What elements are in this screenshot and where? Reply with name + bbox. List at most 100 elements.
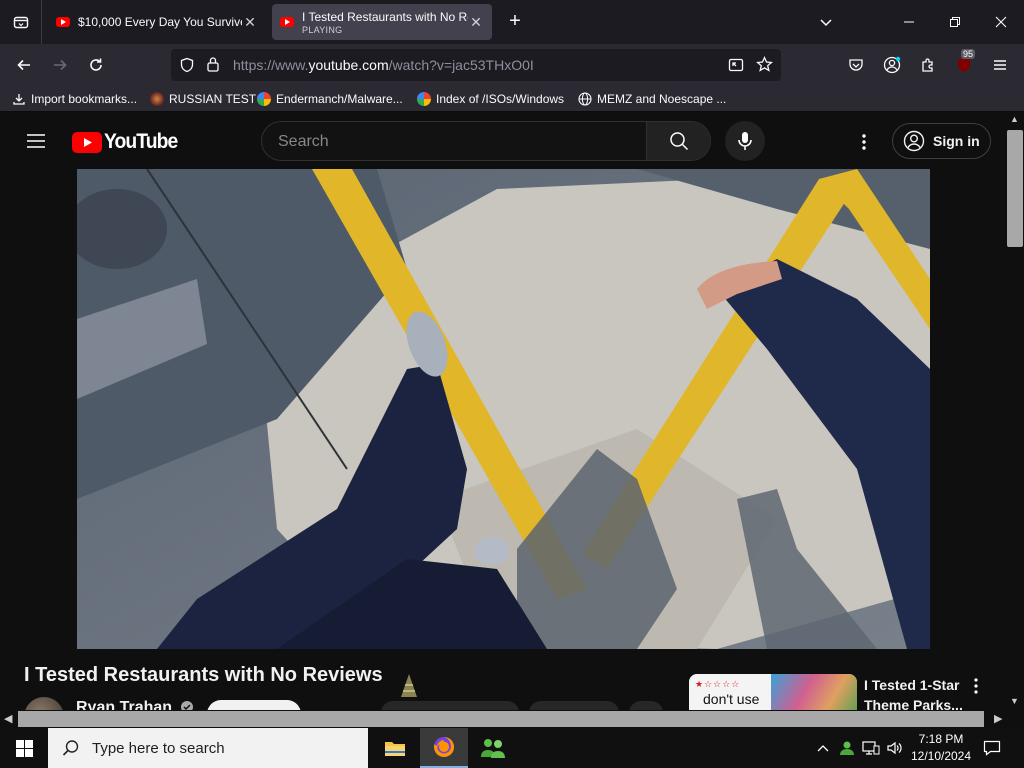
restore-button[interactable]	[932, 0, 978, 44]
restore-icon	[950, 17, 960, 27]
search-input[interactable]: Search	[278, 133, 329, 151]
tab-overflow-chevron-icon[interactable]	[803, 0, 849, 44]
youtube-wordmark: YouTube	[104, 130, 178, 153]
account-button[interactable]	[877, 50, 907, 80]
guide-menu-button[interactable]	[24, 129, 48, 153]
url-bar[interactable]: https://www.youtube.com/watch?v=jac53THx…	[171, 49, 781, 81]
horizontal-scrollbar[interactable]: ◀ ▶	[0, 710, 1024, 728]
import-icon	[13, 94, 25, 105]
puzzle-icon	[922, 58, 933, 72]
vertical-scrollbar[interactable]: ▲ ▼	[1006, 112, 1024, 712]
show-hidden-icons-button[interactable]	[814, 728, 832, 768]
horizontal-scroll-thumb[interactable]	[18, 711, 984, 727]
reload-button[interactable]	[81, 50, 111, 80]
video-title: I Tested Restaurants with No Reviews	[24, 664, 383, 686]
recommended-title[interactable]: I Tested 1-Star Theme Parks...	[864, 675, 963, 715]
lock-icon[interactable]	[206, 56, 220, 72]
hamburger-menu-icon	[994, 60, 1006, 70]
tab-playing-label: PLAYING	[302, 24, 343, 35]
ublock-extension-button[interactable]: 95	[949, 49, 979, 80]
account-icon	[883, 56, 901, 74]
file-explorer-taskbar-button[interactable]	[371, 728, 419, 768]
pocket-button[interactable]	[841, 50, 871, 80]
sign-in-label: Sign in	[933, 133, 980, 149]
url-path: /watch?v=jac53THxO0I	[388, 57, 534, 73]
bookmark-endermanch[interactable]: Endermanch/Malware...	[257, 90, 403, 108]
action-center-button[interactable]	[980, 728, 1004, 768]
reload-icon	[90, 58, 102, 71]
minimize-button[interactable]	[886, 0, 932, 44]
globe-icon	[578, 92, 592, 106]
taskbar-search-placeholder: Type here to search	[92, 739, 225, 757]
search-box[interactable]: Search	[261, 121, 711, 161]
search-button[interactable]	[646, 122, 710, 160]
pocket-icon	[849, 59, 863, 71]
app-menu-button[interactable]	[985, 50, 1015, 80]
start-button[interactable]	[0, 728, 48, 768]
video-frame	[77, 169, 930, 649]
bookmark-star-icon[interactable]	[756, 56, 773, 73]
voice-search-button[interactable]	[725, 121, 765, 161]
account-circle-icon	[903, 130, 925, 152]
extensions-button[interactable]	[913, 50, 943, 80]
taskbar-search-box[interactable]: Type here to search	[48, 728, 368, 768]
new-tab-button[interactable]: +	[503, 10, 527, 34]
star-rating-icon: ★☆☆☆☆	[695, 679, 741, 689]
bookmark-label: Index of /ISOs/Windows	[436, 92, 565, 106]
back-arrow-icon	[17, 59, 30, 71]
forward-arrow-icon	[54, 59, 67, 71]
scroll-up-arrow-icon[interactable]: ▲	[1010, 114, 1019, 124]
tracking-protection-shield-icon[interactable]	[179, 57, 195, 73]
thumbnail-text: don't use	[703, 691, 760, 707]
more-vertical-icon	[862, 134, 866, 150]
microphone-icon	[738, 132, 752, 150]
close-window-button[interactable]	[978, 0, 1024, 44]
scroll-left-arrow-icon[interactable]: ◀	[4, 712, 12, 725]
youtube-favicon-icon	[280, 17, 294, 27]
recommended-more-button[interactable]	[970, 677, 982, 695]
firefox-taskbar-button[interactable]	[420, 728, 468, 768]
firefox-icon	[434, 736, 455, 757]
url-host: youtube.com	[308, 57, 389, 73]
youtube-play-logo-icon	[72, 131, 102, 153]
picture-in-picture-icon[interactable]	[728, 57, 744, 73]
people-tray-icon[interactable]	[836, 728, 858, 768]
taskbar-clock[interactable]: 7:18 PM 12/10/2024	[908, 731, 974, 765]
bookmark-memz[interactable]: MEMZ and Noescape ...	[578, 90, 726, 108]
volume-tray-icon[interactable]	[884, 728, 906, 768]
network-tray-icon[interactable]	[860, 728, 882, 768]
bookmark-russian-test[interactable]: RUSSIAN TEST	[150, 90, 256, 108]
youtube-logo[interactable]: YouTube	[72, 130, 184, 154]
scroll-down-arrow-icon[interactable]: ▼	[1010, 696, 1019, 706]
close-tab-icon[interactable]: ✕	[242, 14, 258, 31]
close-tab-icon[interactable]: ✕	[468, 14, 484, 31]
video-player[interactable]	[77, 169, 930, 649]
vertical-scroll-thumb[interactable]	[1007, 130, 1023, 247]
bookmark-label: Endermanch/Malware...	[276, 92, 403, 106]
site-icon	[150, 92, 164, 106]
thumbnail-panel: ★☆☆☆☆ don't use	[689, 674, 771, 714]
bookmark-isos-windows[interactable]: Index of /ISOs/Windows	[417, 90, 564, 108]
close-icon	[995, 16, 1007, 28]
list-all-tabs-button[interactable]	[0, 0, 42, 44]
tab-list-icon	[13, 16, 28, 29]
back-button[interactable]	[9, 50, 39, 80]
settings-menu-button[interactable]	[852, 130, 876, 154]
bookmark-label: Import bookmarks...	[31, 92, 138, 106]
party-hat-icon	[399, 673, 419, 699]
clock-time: 7:18 PM	[918, 732, 964, 746]
people-app-taskbar-button[interactable]	[469, 728, 517, 768]
scroll-right-arrow-icon[interactable]: ▶	[994, 712, 1002, 725]
recommended-thumbnail[interactable]: ★☆☆☆☆ don't use	[689, 674, 857, 714]
windows-taskbar: Type here to search 7:18 PM 12/10/2024	[0, 728, 1024, 768]
sign-in-button[interactable]: Sign in	[892, 123, 991, 159]
navigation-toolbar: https://www.youtube.com/watch?v=jac53THx…	[0, 44, 1024, 86]
tab-strip: $10,000 Every Day You Survive In ✕ I Tes…	[0, 0, 1024, 44]
bookmark-import[interactable]: Import bookmarks...	[12, 90, 137, 108]
tab-survive[interactable]: $10,000 Every Day You Survive In ✕	[48, 4, 266, 40]
hamburger-menu-icon	[27, 134, 45, 148]
tab-restaurants-active[interactable]: I Tested Restaurants with No Re PLAYING …	[272, 4, 492, 40]
forward-button[interactable]	[45, 50, 75, 80]
extension-badge: 95	[961, 49, 976, 59]
recommended-title-line1: I Tested 1-Star	[864, 677, 960, 693]
